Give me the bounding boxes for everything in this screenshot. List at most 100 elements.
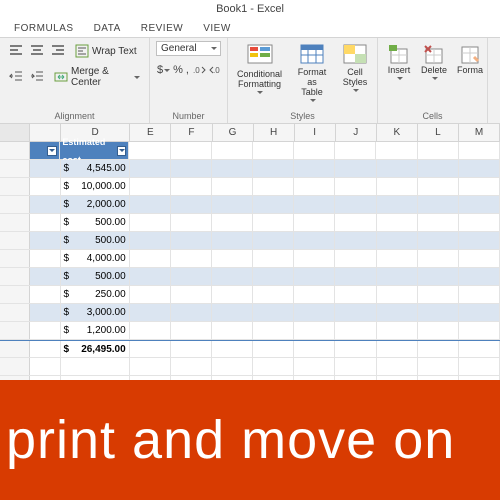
cell[interactable] [335,286,376,303]
cell[interactable] [377,178,418,195]
table-header-cell[interactable] [30,142,60,159]
tab-formulas[interactable]: FORMULAS [4,20,84,37]
table-row[interactable]: $3,000.00 [0,304,500,322]
cell[interactable] [130,286,171,303]
cell[interactable]: $500.00 [61,232,130,249]
cell[interactable] [30,322,61,339]
wrap-text-button[interactable]: Wrap Text [72,43,140,59]
cell[interactable] [418,142,459,159]
cell[interactable] [418,286,459,303]
currency-icon[interactable]: $ [156,60,171,80]
cell[interactable] [253,214,294,231]
table-row[interactable]: $1,200.00 [0,322,500,340]
cell[interactable] [377,268,418,285]
cell[interactable] [171,341,212,357]
cell[interactable] [418,304,459,321]
format-button[interactable]: Forma [454,41,486,78]
cell[interactable]: $4,000.00 [61,250,130,267]
cell[interactable] [253,178,294,195]
cell[interactable] [30,304,61,321]
cell[interactable] [294,232,335,249]
cell[interactable] [418,358,459,375]
number-format-combo[interactable]: General [156,41,221,56]
cell[interactable] [171,196,212,213]
table-header-cell[interactable]: Estimated cost [60,142,129,159]
cell[interactable] [130,268,171,285]
percent-icon[interactable]: % [172,60,184,80]
cell[interactable] [459,196,500,213]
cell[interactable]: $250.00 [61,286,130,303]
cell[interactable] [335,322,376,339]
row-header[interactable] [0,286,30,303]
cell[interactable] [418,160,459,177]
table-row[interactable]: $500.00 [0,232,500,250]
cell[interactable] [377,160,418,177]
cell[interactable] [459,160,500,177]
cell[interactable] [253,160,294,177]
cell[interactable] [335,142,376,159]
cell[interactable] [129,142,170,159]
cell[interactable] [130,304,171,321]
cell[interactable]: $500.00 [61,268,130,285]
cell[interactable] [171,286,212,303]
spreadsheet-grid[interactable]: D E F G H I J K L M Estimated cost$4,545… [0,124,500,412]
comma-icon[interactable]: , [185,60,190,80]
cell[interactable] [418,232,459,249]
cell[interactable] [459,268,500,285]
cell[interactable] [253,286,294,303]
cell[interactable] [418,178,459,195]
cell[interactable] [377,250,418,267]
cell[interactable] [294,322,335,339]
col-header[interactable]: L [418,124,459,141]
row-header[interactable] [0,214,30,231]
tab-review[interactable]: REVIEW [131,20,193,37]
cell[interactable] [335,214,376,231]
cell[interactable] [253,358,294,375]
cell[interactable] [376,142,417,159]
conditional-formatting-button[interactable]: Conditional Formatting [234,41,285,96]
cell[interactable] [30,196,61,213]
col-header[interactable]: K [377,124,418,141]
delete-button[interactable]: Delete [418,41,450,82]
table-row[interactable]: $250.00 [0,286,500,304]
cell[interactable] [294,178,335,195]
decrease-decimal-icon[interactable]: .0 [208,60,224,80]
cell[interactable] [377,341,418,357]
cell[interactable] [130,196,171,213]
cell-styles-button[interactable]: Cell Styles [339,41,371,94]
row-header[interactable] [0,142,30,159]
cell[interactable]: $500.00 [61,214,130,231]
cell[interactable] [130,178,171,195]
cell[interactable] [171,268,212,285]
cell[interactable] [377,214,418,231]
cell[interactable] [418,214,459,231]
col-header[interactable]: M [459,124,500,141]
cell[interactable] [171,232,212,249]
col-header[interactable]: G [213,124,254,141]
cell[interactable]: $10,000.00 [61,178,130,195]
col-header[interactable]: I [295,124,336,141]
cell[interactable] [171,322,212,339]
cell[interactable] [130,232,171,249]
col-header[interactable]: F [171,124,212,141]
insert-button[interactable]: Insert [384,41,414,82]
cell[interactable] [459,214,500,231]
cell[interactable]: $3,000.00 [61,304,130,321]
cell[interactable] [294,304,335,321]
cell[interactable] [130,341,171,357]
table-row[interactable]: $500.00 [0,214,500,232]
cell[interactable] [30,268,61,285]
cell[interactable] [171,142,212,159]
cell[interactable]: $4,545.00 [61,160,130,177]
cell[interactable] [335,160,376,177]
cell[interactable] [212,142,253,159]
cell[interactable] [377,232,418,249]
cell[interactable] [30,286,61,303]
filter-button-icon[interactable] [117,146,126,156]
cell[interactable]: $2,000.00 [61,196,130,213]
cell[interactable] [377,286,418,303]
cell[interactable] [171,178,212,195]
cell[interactable] [294,341,335,357]
col-c-partial[interactable] [30,124,60,141]
table-row[interactable]: $4,000.00 [0,250,500,268]
